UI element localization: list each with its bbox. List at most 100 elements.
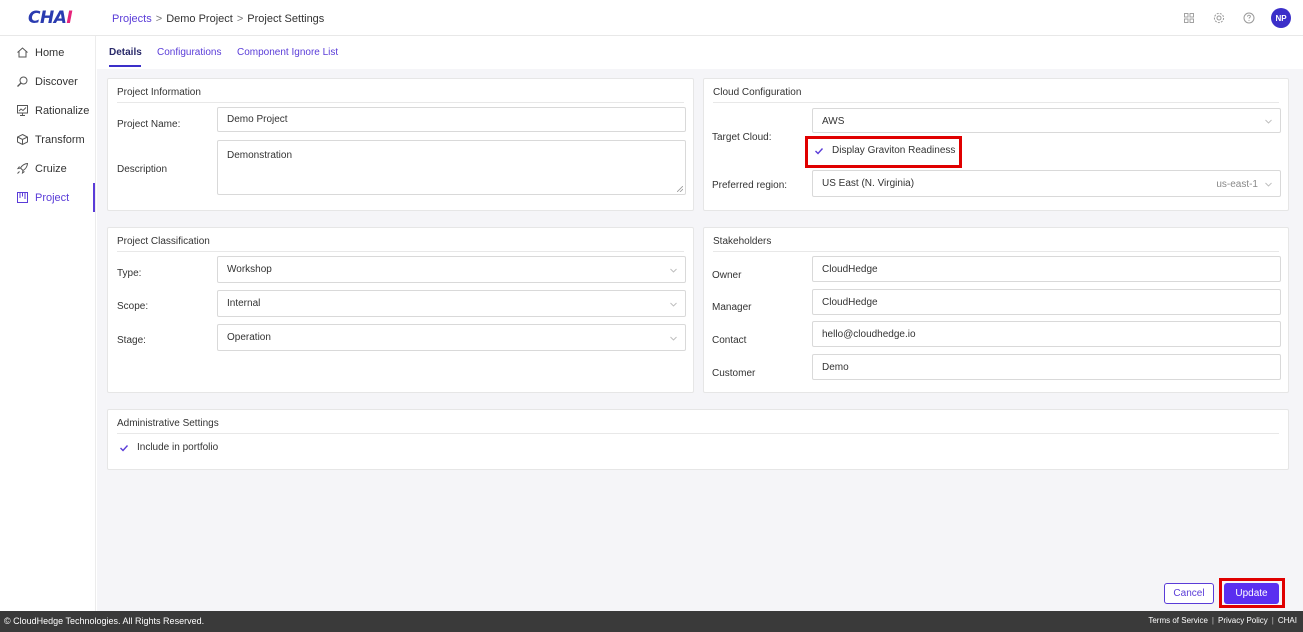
target-cloud-value: AWS	[822, 116, 845, 127]
tab-details[interactable]: Details	[109, 47, 142, 58]
main-content: Details Configurations Component Ignore …	[97, 36, 1303, 611]
stage-select[interactable]: Operation	[217, 324, 686, 351]
preferred-region-select[interactable]: US East (N. Virginia) us-east-1	[812, 170, 1281, 197]
top-bar: CHAI Projects > Demo Project > Project Setti…	[0, 0, 1303, 36]
customer-field[interactable]: Demo	[812, 354, 1281, 380]
copyright-text: © CloudHedge Technologies. All Rights Re…	[4, 616, 205, 626]
breadcrumb-projects[interactable]: Projects	[112, 13, 152, 25]
divider	[713, 251, 1279, 252]
breadcrumb: Projects > Demo Project > Project Settings	[112, 13, 324, 25]
type-label: Type:	[117, 268, 142, 279]
scope-select[interactable]: Internal	[217, 290, 686, 317]
divider	[713, 102, 1279, 103]
target-cloud-select[interactable]: AWS	[812, 108, 1281, 133]
home-icon	[17, 47, 28, 58]
help-icon[interactable]	[1241, 10, 1257, 26]
chevron-down-icon	[670, 336, 677, 341]
header-icons: NP	[1181, 8, 1291, 28]
breadcrumb-project-settings: Project Settings	[247, 13, 325, 25]
sidebar-item-label: Cruize	[35, 162, 67, 175]
terms-of-service-link[interactable]: Terms of Service	[1148, 616, 1208, 625]
transform-icon	[17, 133, 28, 146]
cancel-button[interactable]: Cancel	[1164, 583, 1214, 604]
stakeholders-card: Stakeholders Owner CloudHedge Manager Cl…	[703, 227, 1289, 393]
description-label: Description	[117, 164, 168, 175]
sidebar-item-label: Home	[35, 46, 65, 59]
type-select[interactable]: Workshop	[217, 256, 686, 283]
sidebar-item-project[interactable]: Project	[0, 183, 95, 212]
sidebar-item-transform[interactable]: Transform	[0, 125, 95, 154]
sidebar-item-discover[interactable]: Discover	[0, 67, 95, 96]
manager-label: Manager	[712, 302, 752, 313]
gear-icon[interactable]	[1211, 10, 1227, 26]
sidebar-item-label: Project	[35, 191, 70, 204]
chai-link[interactable]: CHAI	[1278, 616, 1297, 625]
active-tab-indicator	[109, 65, 141, 67]
tab-configurations[interactable]: Configurations	[157, 47, 221, 58]
chai-logo[interactable]: CHAI	[28, 8, 73, 28]
region-value: US East (N. Virginia)	[822, 178, 915, 189]
sidebar-item-label: Discover	[35, 75, 78, 88]
highlight-box	[805, 136, 962, 168]
contact-label: Contact	[712, 335, 747, 346]
type-value: Workshop	[227, 264, 272, 275]
contact-field[interactable]: hello@cloudhedge.io	[812, 321, 1281, 347]
chevron-down-icon	[670, 302, 677, 307]
rocket-icon	[16, 162, 29, 175]
card-title: Stakeholders	[713, 236, 772, 247]
apps-grid-icon[interactable]	[1181, 10, 1197, 26]
description-textarea[interactable]: Demonstration	[217, 140, 686, 195]
tab-component-ignore-list[interactable]: Component Ignore List	[237, 47, 338, 58]
project-name-field[interactable]: Demo Project	[217, 107, 686, 132]
include-in-portfolio-label: Include in portfolio	[137, 442, 219, 453]
cloud-configuration-card: Cloud Configuration Target Cloud: AWS Di…	[703, 78, 1289, 211]
footer: © CloudHedge Technologies. All Rights Re…	[0, 611, 1303, 632]
divider	[117, 433, 1279, 434]
card-title: Administrative Settings	[117, 418, 219, 429]
preferred-region-label: Preferred region:	[712, 180, 788, 191]
stage-label: Stage:	[117, 335, 146, 346]
sidebar-item-cruize[interactable]: Cruize	[0, 154, 95, 183]
administrative-settings-card: Administrative Settings Include in portf…	[107, 409, 1289, 470]
chevron-down-icon	[670, 268, 677, 273]
footer-separator: |	[1211, 616, 1214, 625]
sidebar-item-label: Transform	[35, 133, 85, 146]
privacy-policy-link[interactable]: Privacy Policy	[1218, 616, 1268, 625]
divider	[117, 102, 684, 103]
project-name-label: Project Name:	[117, 119, 181, 130]
discover-icon	[17, 76, 28, 87]
footer-links: Terms of Service | Privacy Policy | CHAI	[1148, 616, 1297, 625]
project-icon	[17, 192, 28, 203]
breadcrumb-demo-project[interactable]: Demo Project	[166, 13, 233, 25]
chevron-down-icon	[1265, 119, 1272, 124]
manager-field[interactable]: CloudHedge	[812, 289, 1281, 315]
project-information-card: Project Information Project Name: Demo P…	[107, 78, 694, 211]
owner-field[interactable]: CloudHedge	[812, 256, 1281, 282]
checkmark-icon	[120, 444, 129, 452]
customer-label: Customer	[712, 368, 756, 379]
sidebar-item-home[interactable]: Home	[0, 38, 95, 67]
sidebar-item-label: Rationalize	[35, 104, 90, 117]
avatar[interactable]: NP	[1271, 8, 1291, 28]
breadcrumb-separator: >	[236, 13, 244, 25]
project-classification-card: Project Classification Type: Workshop Sc…	[107, 227, 694, 393]
card-title: Project Classification	[117, 236, 210, 247]
highlight-box	[1219, 578, 1285, 608]
divider	[117, 251, 684, 252]
sidebar: Home Discover Rationalize Transform Crui…	[0, 36, 96, 611]
scope-value: Internal	[227, 298, 261, 309]
include-in-portfolio-checkbox[interactable]: Include in portfolio	[119, 442, 218, 453]
description-value: Demonstration	[227, 150, 293, 161]
rationalize-icon	[17, 105, 28, 116]
scope-label: Scope:	[117, 301, 149, 312]
stage-value: Operation	[227, 332, 271, 343]
owner-label: Owner	[712, 270, 742, 281]
region-code: us-east-1	[1216, 179, 1258, 190]
footer-separator: |	[1271, 616, 1274, 625]
tab-bar: Details Configurations Component Ignore …	[97, 36, 1303, 69]
card-title: Cloud Configuration	[713, 87, 802, 98]
sidebar-item-rationalize[interactable]: Rationalize	[0, 96, 95, 125]
target-cloud-label: Target Cloud:	[712, 132, 772, 143]
card-title: Project Information	[117, 87, 201, 98]
resize-handle-icon[interactable]	[677, 186, 683, 192]
